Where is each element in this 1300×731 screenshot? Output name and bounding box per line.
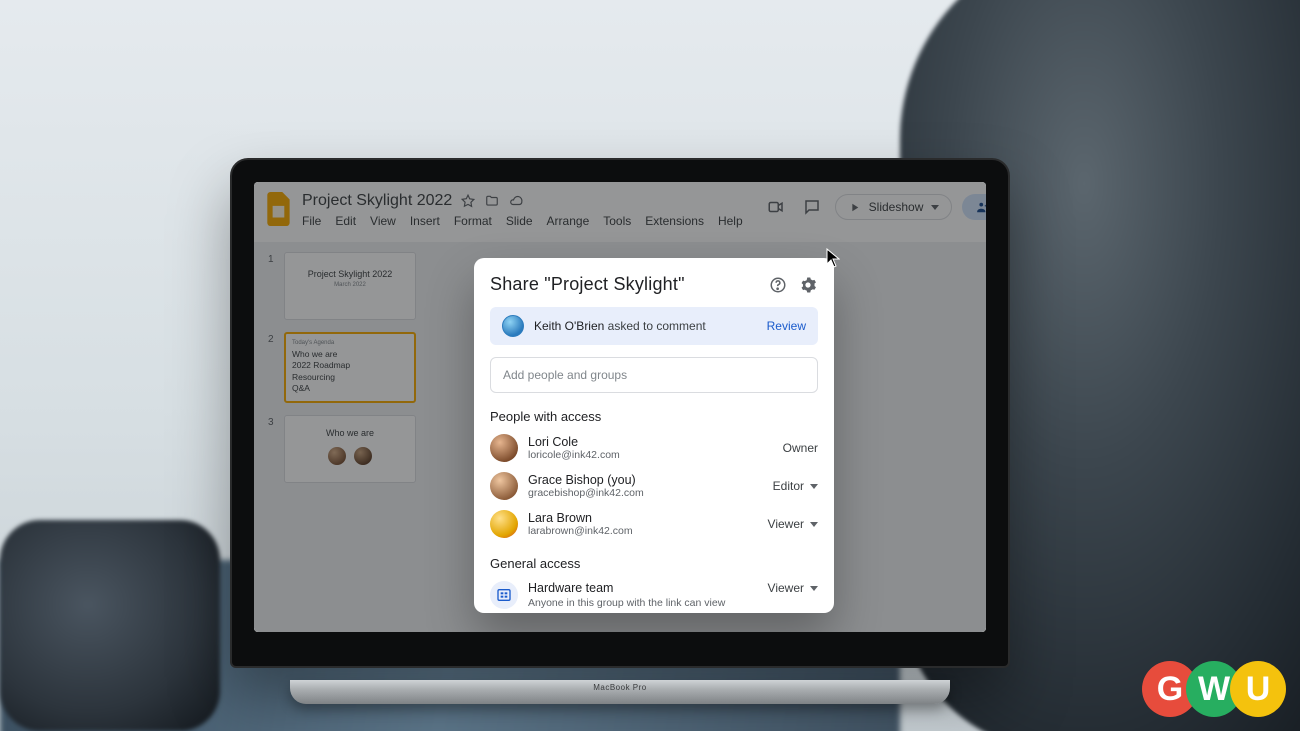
person-name: Lara Brown xyxy=(528,511,758,525)
menu-file[interactable]: File xyxy=(302,214,321,228)
review-button[interactable]: Review xyxy=(767,319,806,333)
slides-logo-icon xyxy=(266,192,292,226)
slide-thumb-3[interactable]: 3 Who we are xyxy=(268,415,416,483)
help-icon[interactable] xyxy=(768,275,788,295)
person-row: Lori Cole loricole@ink42.com Owner xyxy=(490,434,818,462)
caret-down-icon xyxy=(931,205,939,210)
doc-title[interactable]: Project Skylight 2022 xyxy=(302,192,452,210)
menu-extensions[interactable]: Extensions xyxy=(645,214,704,228)
role-dropdown[interactable]: Editor xyxy=(773,479,818,493)
role-dropdown[interactable]: Viewer xyxy=(768,517,818,531)
person-name: Lori Cole xyxy=(528,435,773,449)
comments-icon[interactable] xyxy=(799,194,825,220)
laptop-model-label: MacBook Pro xyxy=(290,683,950,692)
person-row: Lara Brown larabrown@ink42.com Viewer xyxy=(490,510,818,538)
banner-text: Keith O'Brien asked to comment xyxy=(534,319,706,333)
share-dialog: Share "Project Skylight" Keith O'Brien a… xyxy=(474,258,834,613)
avatar-icon xyxy=(328,447,346,465)
menu-insert[interactable]: Insert xyxy=(410,214,440,228)
laptop-screen: Project Skylight 2022 File Edit View xyxy=(254,182,986,632)
slide-thumb-1[interactable]: 1 Project Skylight 2022 March 2022 xyxy=(268,252,416,320)
menu-format[interactable]: Format xyxy=(454,214,492,228)
app-header: Project Skylight 2022 File Edit View xyxy=(254,182,986,228)
avatar-icon xyxy=(354,447,372,465)
cloud-status-icon[interactable] xyxy=(508,193,524,209)
avatar-icon xyxy=(490,434,518,462)
caret-down-icon xyxy=(810,484,818,489)
avatar-icon xyxy=(490,510,518,538)
menu-slide[interactable]: Slide xyxy=(506,214,533,228)
shoe-shape xyxy=(0,520,220,731)
share-button[interactable]: Share xyxy=(962,194,986,220)
slideshow-label: Slideshow xyxy=(869,200,924,214)
menu-bar: File Edit View Insert Format Slide Arran… xyxy=(302,214,743,228)
dialog-title: Share "Project Skylight" xyxy=(490,274,768,295)
person-name: Grace Bishop (you) xyxy=(528,473,763,487)
thumb-subtitle: March 2022 xyxy=(291,282,409,288)
gear-icon[interactable] xyxy=(798,275,818,295)
group-icon xyxy=(490,581,518,609)
laptop: Project Skylight 2022 File Edit View xyxy=(230,158,1010,698)
slides-app: Project Skylight 2022 File Edit View xyxy=(254,182,986,632)
menu-edit[interactable]: Edit xyxy=(335,214,356,228)
menu-tools[interactable]: Tools xyxy=(603,214,631,228)
person-row: Grace Bishop (you) gracebishop@ink42.com… xyxy=(490,472,818,500)
avatar-icon xyxy=(490,472,518,500)
watermark-u: U xyxy=(1230,661,1286,717)
caret-down-icon xyxy=(810,522,818,527)
role-dropdown[interactable]: Viewer xyxy=(768,581,818,595)
caret-down-icon xyxy=(810,586,818,591)
laptop-bezel: Project Skylight 2022 File Edit View xyxy=(230,158,1010,668)
thumb-number: 1 xyxy=(268,252,278,320)
person-add-icon xyxy=(976,200,986,214)
person-email: larabrown@ink42.com xyxy=(528,525,758,537)
menu-view[interactable]: View xyxy=(370,214,396,228)
requester-avatar xyxy=(502,315,524,337)
thumb-body: Who we are 2022 Roadmap Resourcing Q&A xyxy=(292,349,408,395)
thumbnail-panel[interactable]: 1 Project Skylight 2022 March 2022 2 Tod… xyxy=(254,242,424,632)
thumb-number: 3 xyxy=(268,415,278,483)
thumb-title: Who we are xyxy=(291,428,409,439)
play-icon xyxy=(848,201,861,214)
move-folder-icon[interactable] xyxy=(484,193,500,209)
group-name-dropdown[interactable]: Hardware team xyxy=(528,581,758,595)
laptop-hinge: MacBook Pro xyxy=(290,680,950,704)
general-access-heading: General access xyxy=(490,556,818,571)
slide-thumb-2[interactable]: 2 Today's Agenda Who we are 2022 Roadmap… xyxy=(268,332,416,403)
menu-arrange[interactable]: Arrange xyxy=(547,214,590,228)
thumb-title: Project Skylight 2022 xyxy=(291,269,409,280)
add-people-input[interactable]: Add people and groups xyxy=(490,357,818,393)
menu-help[interactable]: Help xyxy=(718,214,743,228)
star-icon[interactable] xyxy=(460,193,476,209)
thumb-heading: Today's Agenda xyxy=(292,340,408,346)
meet-icon[interactable] xyxy=(763,194,789,220)
general-access-row: Hardware team Anyone in this group with … xyxy=(490,581,818,609)
watermark-logo: G W U xyxy=(1142,661,1286,717)
person-email: gracebishop@ink42.com xyxy=(528,487,763,499)
group-desc: Anyone in this group with the link can v… xyxy=(528,597,758,609)
people-with-access-heading: People with access xyxy=(490,409,818,424)
role-label: Owner xyxy=(783,441,818,455)
slideshow-button[interactable]: Slideshow xyxy=(835,194,953,220)
person-email: loricole@ink42.com xyxy=(528,449,773,461)
thumb-number: 2 xyxy=(268,332,278,403)
access-request-banner: Keith O'Brien asked to comment Review xyxy=(490,307,818,345)
